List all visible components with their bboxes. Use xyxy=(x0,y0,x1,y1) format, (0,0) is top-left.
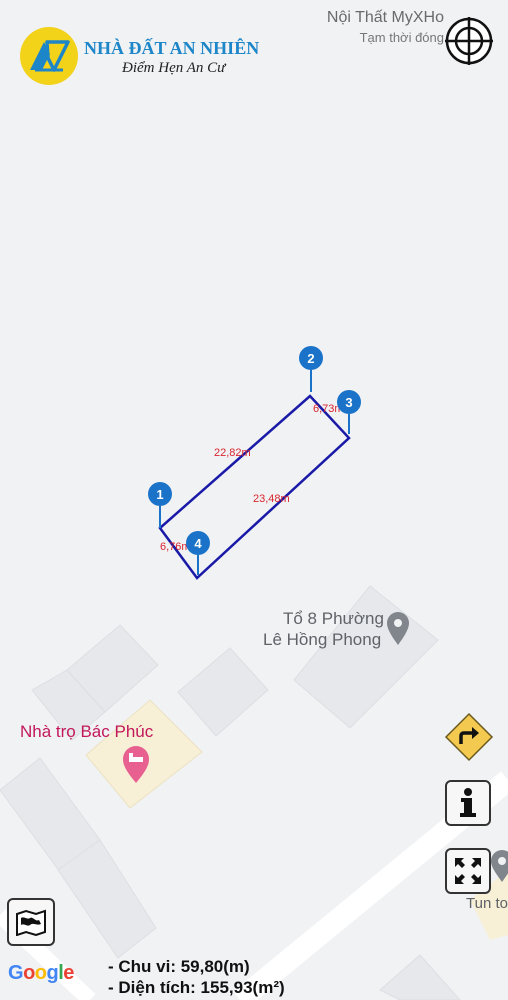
map-canvas[interactable]: 22,82m 6,73m 23,48m 6,76m 1 2 3 4 xyxy=(0,0,508,1000)
brand-title: NHÀ ĐẤT AN NHIÊN xyxy=(84,38,260,58)
hotel-label[interactable]: Nhà trọ Bác Phúc xyxy=(20,722,153,742)
building xyxy=(293,585,439,729)
google-logo-text: Google xyxy=(8,962,74,984)
area-text: - Diện tích: 155,93(m²) xyxy=(108,978,285,997)
edge-label: 23,48m xyxy=(253,493,290,505)
svg-text:3: 3 xyxy=(345,395,352,410)
turn-right-icon[interactable] xyxy=(444,712,494,762)
map-icon[interactable] xyxy=(7,898,55,946)
edge-label: 22,82m xyxy=(214,447,251,459)
edge-label: 6,76m xyxy=(160,541,191,553)
expand-icon[interactable] xyxy=(445,848,491,894)
building xyxy=(379,954,461,1000)
brand-logo xyxy=(19,26,79,86)
svg-text:1: 1 xyxy=(156,487,163,502)
ward-label-line2[interactable]: Lê Hồng Phong xyxy=(263,630,381,650)
google-logo: Google xyxy=(8,962,74,985)
brand-slogan: Điểm Hẹn An Cư xyxy=(122,60,226,76)
info-icon[interactable] xyxy=(445,780,491,826)
poi-name[interactable]: Nội Thất MyXHo xyxy=(327,9,444,27)
partial-place-label[interactable]: Tun to xyxy=(466,895,508,912)
ward-label-line1[interactable]: Tổ 8 Phường xyxy=(283,609,384,629)
svg-text:4: 4 xyxy=(194,536,202,551)
perimeter-text: - Chu vi: 59,80(m) xyxy=(108,957,250,976)
crosshair-icon[interactable] xyxy=(444,16,494,66)
building xyxy=(177,647,269,737)
svg-text:2: 2 xyxy=(307,351,314,366)
plot-pin-2[interactable]: 2 xyxy=(299,346,323,392)
poi-status: Tạm thời đóng xyxy=(359,30,444,45)
